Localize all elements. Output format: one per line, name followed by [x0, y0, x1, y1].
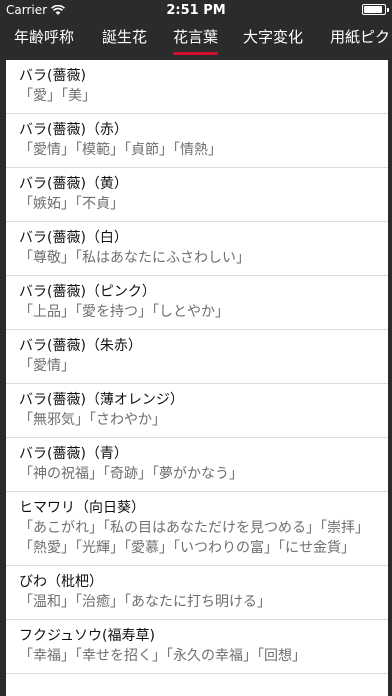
flower-name: バラ(薔薇)（薄オレンジ）	[19, 392, 184, 408]
flower-meanings: 「愛情」	[19, 358, 75, 374]
flower-meanings: 「神の祝福」「奇跡」「夢がかなう」	[19, 466, 243, 482]
status-bar: Carrier 2:51 PM	[0, 0, 392, 20]
flower-meanings: 「あこがれ」「私の目はあなただけを見つめる」「崇拝」「熱愛」「光輝」「愛慕」「い…	[19, 520, 369, 556]
flower-name: フクジュソウ(福寿草)	[19, 628, 155, 644]
list-item[interactable]: フクジュソウ(福寿草) 「幸福」「幸せを招く」「永久の幸福」「回想」	[6, 620, 388, 674]
tab-label: 用紙ピク	[330, 28, 391, 46]
battery-icon	[362, 4, 389, 15]
flower-meanings: 「尊敬」「私はあなたにふさわしい」	[19, 250, 250, 266]
status-right	[362, 4, 389, 15]
list-item[interactable]: バラ(薔薇)（ピンク） 「上品」「愛を持つ」「しとやか」	[6, 276, 388, 330]
list-item[interactable]: ヒマワリ（向日葵） 「あこがれ」「私の目はあなただけを見つめる」「崇拝」「熱愛」…	[6, 492, 388, 566]
flower-name: バラ(薔薇)（赤）	[19, 122, 128, 138]
flower-name: バラ(薔薇)（白）	[19, 230, 128, 246]
list-item[interactable]: バラ(薔薇)（青） 「神の祝福」「奇跡」「夢がかなう」	[6, 438, 388, 492]
flower-name: バラ(薔薇)（朱赤）	[19, 338, 142, 354]
list-item[interactable]: バラ(薔薇)（黄） 「嫉妬」「不貞」	[6, 168, 388, 222]
list-item[interactable]: びわ（枇杷） 「温和」「治癒」「あなたに打ち明ける」	[6, 566, 388, 620]
battery-fill	[364, 6, 382, 13]
flower-name: ヒマワリ（向日葵）	[19, 500, 145, 516]
tab-label: 花言葉	[173, 28, 219, 46]
selected-tab-indicator	[173, 52, 219, 55]
tab-paper-sizes[interactable]: 用紙ピク	[330, 26, 390, 50]
flower-language-list[interactable]: バラ(薔薇) 「愛」「美」 バラ(薔薇)（赤） 「愛情」「模範」「貞節」「情熱」…	[6, 60, 388, 696]
flower-meanings: 「幸福」「幸せを招く」「永久の幸福」「回想」	[19, 648, 306, 664]
tab-formal-numerals[interactable]: 大字変化	[243, 26, 303, 50]
tab-birth-flowers[interactable]: 誕生花	[102, 26, 147, 50]
tab-label: 誕生花	[102, 28, 148, 46]
category-tab-bar: 年齢呼称 誕生花 花言葉 大字変化 用紙ピク	[0, 20, 392, 56]
tab-flower-language[interactable]: 花言葉	[173, 26, 219, 55]
flower-name: バラ(薔薇)（黄）	[19, 176, 128, 192]
tab-label: 年齢呼称	[14, 28, 75, 46]
flower-name: バラ(薔薇)（青）	[19, 446, 128, 462]
flower-meanings: 「愛情」「模範」「貞節」「情熱」	[19, 142, 222, 158]
flower-meanings: 「上品」「愛を持つ」「しとやか」	[19, 304, 229, 320]
list-item[interactable]: バラ(薔薇) 「愛」「美」	[6, 60, 388, 114]
flower-name: バラ(薔薇)	[19, 68, 86, 84]
tab-label: 大字変化	[243, 28, 304, 46]
flower-meanings: 「愛」「美」	[19, 88, 96, 104]
flower-meanings: 「嫉妬」「不貞」	[19, 196, 124, 212]
list-item[interactable]: バラ(薔薇)（薄オレンジ） 「無邪気」「さわやか」	[6, 384, 388, 438]
list-item[interactable]: バラ(薔薇)（白） 「尊敬」「私はあなたにふさわしい」	[6, 222, 388, 276]
tab-age-names[interactable]: 年齢呼称	[14, 26, 74, 50]
flower-meanings: 「温和」「治癒」「あなたに打ち明ける」	[19, 594, 271, 610]
flower-meanings: 「無邪気」「さわやか」	[19, 412, 166, 428]
list-item[interactable]: バラ(薔薇)（朱赤） 「愛情」	[6, 330, 388, 384]
flower-name: バラ(薔薇)（ピンク）	[19, 284, 156, 300]
flower-name: びわ（枇杷）	[19, 574, 103, 590]
list-item[interactable]: バラ(薔薇)（赤） 「愛情」「模範」「貞節」「情熱」	[6, 114, 388, 168]
status-time: 2:51 PM	[166, 3, 226, 18]
